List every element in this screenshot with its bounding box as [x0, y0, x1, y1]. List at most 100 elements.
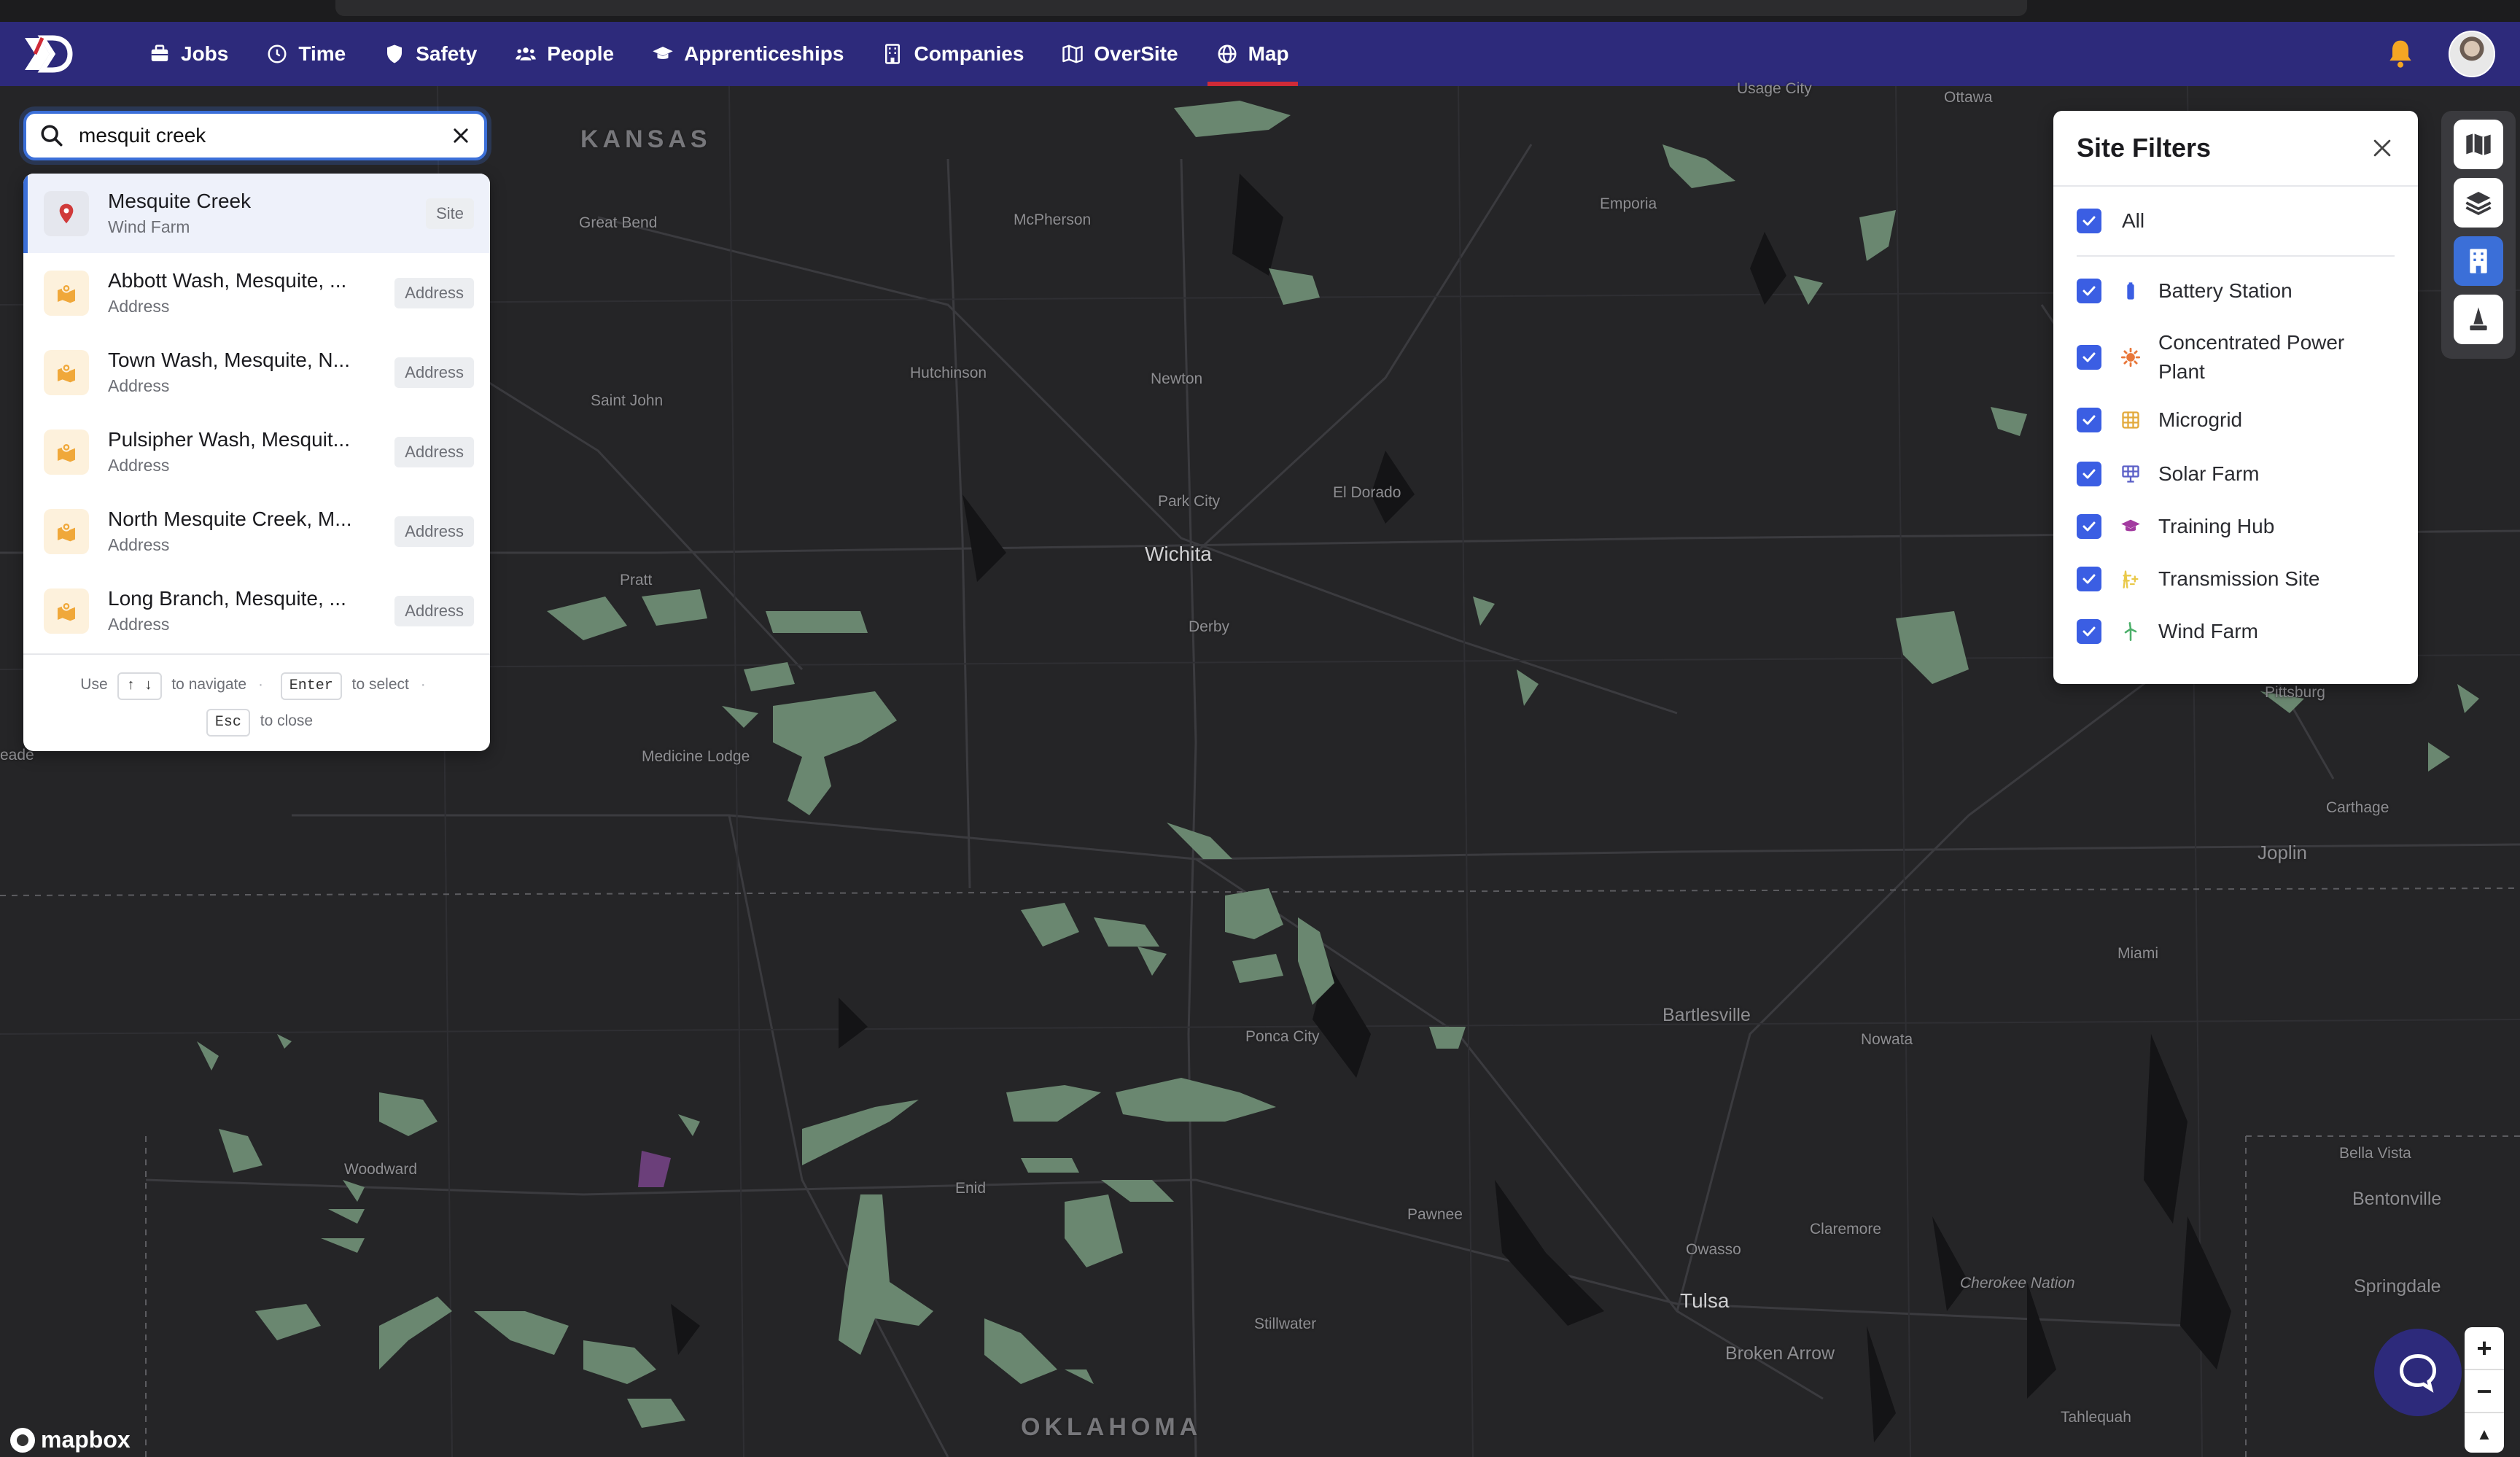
- result-subtitle: Address: [108, 376, 170, 395]
- search-results-dropdown: Mesquite Creek Wind Farm Site Abbott Was…: [23, 174, 490, 751]
- map-label-town: Enid: [955, 1180, 987, 1197]
- check-icon: [2082, 415, 2096, 425]
- divider: [2077, 255, 2395, 257]
- keyboard-hint-line: Esc to close: [23, 703, 490, 739]
- filter-label: Microgrid: [2158, 408, 2243, 431]
- layers-button[interactable]: [2454, 178, 2503, 228]
- map-label-town: Saint John: [591, 392, 664, 409]
- filter-checkbox[interactable]: [2077, 462, 2101, 486]
- clear-search-icon[interactable]: [451, 125, 471, 146]
- filter-solar-farm[interactable]: Solar Farm: [2053, 448, 2418, 500]
- filter-label: Transmission Site: [2158, 567, 2320, 590]
- result-type-badge: Address: [394, 357, 474, 388]
- filter-label: Battery Station: [2158, 279, 2292, 302]
- result-subtitle: Address: [108, 615, 170, 634]
- map-label-town: Medicine Lodge: [642, 748, 750, 765]
- filter-checkbox[interactable]: [2077, 345, 2101, 370]
- map-label-town: Woodward: [344, 1161, 417, 1178]
- search-result-item[interactable]: Abbott Wash, Mesquite, ... Address Addre…: [23, 253, 490, 333]
- nav-item-oversite[interactable]: OverSite: [1043, 22, 1197, 86]
- site-filters-button[interactable]: [2454, 236, 2503, 286]
- result-type-icon: [44, 190, 89, 236]
- nav-item-companies[interactable]: Companies: [863, 22, 1043, 86]
- mapbox-logo-icon: [10, 1427, 35, 1453]
- shield-icon: [387, 44, 402, 63]
- zoom-in-button[interactable]: +: [2465, 1327, 2504, 1370]
- transmission-icon: [2123, 570, 2139, 588]
- map-pin-icon: [58, 283, 75, 303]
- result-type-icon: [44, 588, 89, 634]
- nav-item-time[interactable]: Time: [247, 22, 365, 86]
- nav-item-map[interactable]: Map: [1197, 22, 1308, 86]
- browser-url-bar[interactable]: [335, 0, 2027, 16]
- map-label-town: Owasso: [1686, 1241, 1741, 1258]
- zoom-out-button[interactable]: −: [2465, 1370, 2504, 1413]
- filter-checkbox[interactable]: [2077, 408, 2101, 432]
- filter-checkbox[interactable]: [2077, 567, 2101, 591]
- check-icon: [2082, 352, 2096, 362]
- app-logo-icon[interactable]: [20, 34, 73, 74]
- check-icon: [2082, 574, 2096, 584]
- nav-item-people[interactable]: People: [496, 22, 633, 86]
- grid-icon: [2122, 411, 2139, 429]
- filter-wind-farm[interactable]: Wind Farm: [2053, 605, 2418, 658]
- nav-item-safety[interactable]: Safety: [365, 22, 496, 86]
- map-label-town: Bartlesville: [1662, 1005, 1751, 1025]
- nav-label: Companies: [914, 42, 1024, 65]
- search-result-item[interactable]: North Mesquite Creek, M... Address Addre…: [23, 492, 490, 571]
- nav-item-jobs[interactable]: Jobs: [130, 22, 247, 86]
- result-subtitle: Address: [108, 456, 170, 475]
- search-input[interactable]: [77, 123, 438, 148]
- site-filters-title: Site Filters: [2077, 133, 2212, 163]
- filter-transmission-site[interactable]: Transmission Site: [2053, 553, 2418, 605]
- keyboard-hints: Use ↑ ↓ to navigate · Enter to select · …: [23, 653, 490, 751]
- map-label-town: Springdale: [2354, 1276, 2441, 1297]
- user-avatar[interactable]: [2449, 31, 2495, 77]
- map-label-town: Ponca City: [1245, 1028, 1320, 1045]
- filter-all[interactable]: All: [2053, 187, 2418, 255]
- hint-text: Use: [80, 676, 108, 693]
- map-label-town: Emporia: [1600, 195, 1657, 212]
- keyboard-hint-line: Use ↑ ↓ to navigate · Enter to select ·: [23, 667, 490, 703]
- filter-training-hub[interactable]: Training Hub: [2053, 500, 2418, 553]
- mapbox-attribution[interactable]: mapbox: [10, 1426, 131, 1453]
- nav-label: Jobs: [181, 42, 229, 65]
- filter-checkbox[interactable]: [2077, 279, 2101, 303]
- map-label-town: McPherson: [1014, 211, 1092, 228]
- search-result-item[interactable]: Long Branch, Mesquite, ... Address Addre…: [23, 571, 490, 650]
- filter-battery-station[interactable]: Battery Station: [2053, 260, 2418, 322]
- markers-button[interactable]: [2454, 295, 2503, 344]
- search-box[interactable]: [23, 111, 487, 160]
- sun-burst-icon: [2120, 347, 2141, 368]
- hint-separator: ·: [420, 676, 426, 693]
- support-chat-button[interactable]: [2374, 1329, 2462, 1416]
- nav-label: Map: [1248, 42, 1289, 65]
- map-pin-icon: [58, 442, 75, 462]
- map-pin-icon: [58, 601, 75, 621]
- zoom-controls: + − ▲: [2465, 1327, 2504, 1453]
- compass-button[interactable]: ▲: [2465, 1413, 2504, 1453]
- result-subtitle: Wind Farm: [108, 217, 190, 236]
- check-icon: [2082, 286, 2096, 296]
- filter-microgrid[interactable]: Microgrid: [2053, 392, 2418, 448]
- map-label-town: Newton: [1151, 370, 1203, 387]
- filter-checkbox[interactable]: [2077, 209, 2101, 233]
- nav-label: People: [547, 42, 615, 65]
- hint-separator: ·: [257, 676, 263, 693]
- layers-icon: [2465, 192, 2492, 216]
- close-icon[interactable]: [2370, 136, 2395, 160]
- search-result-item[interactable]: Town Wash, Mesquite, N... Address Addres…: [23, 333, 490, 412]
- map-label-town: Bella Vista: [2339, 1145, 2411, 1162]
- result-type-icon: [44, 508, 89, 554]
- map-style-button[interactable]: [2454, 120, 2503, 169]
- building-icon: [885, 44, 901, 64]
- filter-checkbox[interactable]: [2077, 514, 2101, 539]
- filter-concentrated-power-plant[interactable]: Concentrated Power Plant: [2053, 322, 2418, 392]
- filter-checkbox[interactable]: [2077, 619, 2101, 644]
- search-result-item[interactable]: Mesquite Creek Wind Farm Site: [23, 174, 490, 253]
- nav-label: OverSite: [1094, 42, 1178, 65]
- search-result-item[interactable]: Pulsipher Wash, Mesquit... Address Addre…: [23, 412, 490, 492]
- bell-icon[interactable]: [2384, 38, 2416, 70]
- result-subtitle: Address: [108, 535, 170, 554]
- nav-item-apprenticeships[interactable]: Apprenticeships: [633, 22, 863, 86]
